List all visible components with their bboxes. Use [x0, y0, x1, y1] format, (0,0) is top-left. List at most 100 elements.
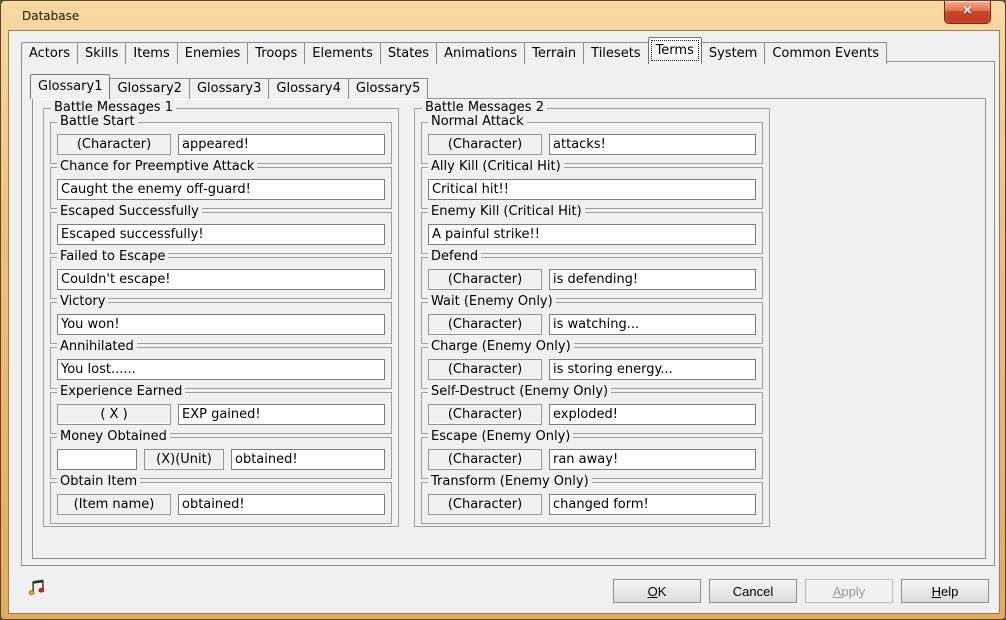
text-input[interactable] [549, 269, 756, 290]
text-input[interactable] [57, 224, 385, 245]
field-obtain-item: Obtain Item(Item name) [50, 482, 392, 524]
static-text-box: (Character) [428, 449, 542, 470]
text-input[interactable] [178, 404, 385, 425]
field-chance-for-preemptive-attack: Chance for Preemptive Attack [50, 167, 392, 209]
group-title: Battle Messages 2 [422, 100, 547, 115]
field-experience-earned: Experience Earned( X ) [50, 392, 392, 434]
tab-elements[interactable]: Elements [305, 42, 381, 64]
static-text-box: (Character) [428, 359, 542, 380]
static-text-box: (Character) [428, 314, 542, 335]
text-input[interactable] [57, 359, 385, 380]
tab-items[interactable]: Items [126, 42, 177, 64]
database-window: Database × ActorsSkillsItemsEnemiesTroop… [0, 0, 1006, 620]
cancel-button-label: Cancel [716, 581, 790, 603]
static-text-box: (Character) [428, 134, 542, 155]
field-label: Money Obtained [57, 429, 170, 444]
field-victory: Victory [50, 302, 392, 344]
text-input[interactable] [57, 269, 385, 290]
text-input[interactable] [178, 494, 385, 515]
text-input[interactable] [428, 179, 756, 200]
help-button[interactable]: Help [901, 579, 989, 603]
group-battle-messages-2: Battle Messages 2Normal Attack(Character… [414, 108, 770, 527]
tab-terms[interactable]: Terms [648, 37, 702, 64]
field-label: Chance for Preemptive Attack [57, 159, 257, 174]
field-wait-enemy-only: Wait (Enemy Only)(Character) [421, 302, 763, 344]
field-label: Enemy Kill (Critical Hit) [428, 204, 585, 219]
text-input[interactable] [428, 224, 756, 245]
tab-actors[interactable]: Actors [21, 42, 78, 64]
field-charge-enemy-only: Charge (Enemy Only)(Character) [421, 347, 763, 389]
terms-tab-page: Battle Messages 1 Battle Start(Character)… [21, 61, 995, 566]
apply-button: Apply [805, 579, 893, 603]
field-label: Obtain Item [57, 474, 140, 489]
text-input[interactable] [57, 314, 385, 335]
group-battle-messages-1: Battle Messages 1Battle Start(Character)… [43, 108, 399, 527]
text-input[interactable] [549, 314, 756, 335]
main-tab-bar: ActorsSkillsItemsEnemiesTroopsElementsSt… [21, 39, 887, 64]
text-input[interactable] [549, 404, 756, 425]
group-title: Battle Messages 1 [51, 100, 176, 115]
field-escaped-successfully: Escaped Successfully [50, 212, 392, 254]
text-input[interactable] [57, 179, 385, 200]
text-input[interactable] [549, 494, 756, 515]
field-label: Charge (Enemy Only) [428, 339, 574, 354]
text-input[interactable] [549, 449, 756, 470]
close-icon: × [945, 1, 990, 21]
field-money-obtained: Money Obtained(X)(Unit) [50, 437, 392, 479]
tab-tilesets[interactable]: Tilesets [584, 42, 648, 64]
field-failed-to-escape: Failed to Escape [50, 257, 392, 299]
static-text-box: (Character) [57, 134, 171, 155]
field-label: Self-Destruct (Enemy Only) [428, 384, 611, 399]
tab-enemies[interactable]: Enemies [178, 42, 249, 64]
field-normal-attack: Normal Attack(Character) [421, 122, 763, 164]
field-label: Wait (Enemy Only) [428, 294, 556, 309]
tab-terrain[interactable]: Terrain [525, 42, 584, 64]
text-input[interactable] [549, 134, 756, 155]
field-battle-start: Battle Start(Character) [50, 122, 392, 164]
field-label: Annihilated [57, 339, 137, 354]
close-button[interactable]: × [944, 1, 991, 24]
glossary1-tab-page: Battle Messages 1 Battle Start(Character)… [32, 98, 986, 559]
field-label: Victory [57, 294, 108, 309]
tab-troops[interactable]: Troops [248, 42, 305, 64]
subtab-glossary1[interactable]: Glossary1 [30, 74, 110, 99]
tab-states[interactable]: States [381, 42, 437, 64]
cancel-button[interactable]: Cancel [709, 579, 797, 603]
tab-common-events[interactable]: Common Events [765, 42, 887, 64]
field-transform-enemy-only: Transform (Enemy Only)(Character) [421, 482, 763, 524]
field-annihilated: Annihilated [50, 347, 392, 389]
field-defend: Defend(Character) [421, 257, 763, 299]
field-label: Normal Attack [428, 114, 527, 129]
static-text-box: ( X ) [57, 404, 171, 425]
static-text-box: (X)(Unit) [144, 449, 224, 470]
static-text-box: (Character) [428, 494, 542, 515]
apply-button-label: Apply [812, 581, 886, 603]
text-input[interactable] [231, 449, 385, 470]
subtab-glossary5[interactable]: Glossary5 [349, 78, 428, 99]
tab-animations[interactable]: Animations [437, 42, 525, 64]
text-input[interactable] [57, 449, 137, 470]
field-self-destruct-enemy-only: Self-Destruct (Enemy Only)(Character) [421, 392, 763, 434]
text-input[interactable] [178, 134, 385, 155]
help-button-label: Help [908, 581, 982, 603]
ok-button-label: OK [620, 581, 694, 603]
ok-button[interactable]: OK [613, 579, 701, 603]
music-note-icon [27, 576, 49, 600]
subtab-glossary2[interactable]: Glossary2 [110, 78, 189, 99]
field-ally-kill-critical-hit: Ally Kill (Critical Hit) [421, 167, 763, 209]
text-input[interactable] [549, 359, 756, 380]
field-label: Escape (Enemy Only) [428, 429, 573, 444]
static-text-box: (Character) [428, 269, 542, 290]
field-label: Escaped Successfully [57, 204, 202, 219]
static-text-box: (Character) [428, 404, 542, 425]
tab-system[interactable]: System [702, 42, 765, 64]
static-text-box: (Item name) [57, 494, 171, 515]
dialog-client-area: ActorsSkillsItemsEnemiesTroopsElementsSt… [8, 30, 1000, 614]
field-escape-enemy-only: Escape (Enemy Only)(Character) [421, 437, 763, 479]
subtab-glossary4[interactable]: Glossary4 [269, 78, 348, 99]
glossary-tab-bar: Glossary1Glossary2Glossary3Glossary4Glos… [31, 76, 428, 99]
field-label: Defend [428, 249, 481, 264]
tab-skills[interactable]: Skills [78, 42, 126, 64]
field-label: Experience Earned [57, 384, 185, 399]
subtab-glossary3[interactable]: Glossary3 [190, 78, 269, 99]
